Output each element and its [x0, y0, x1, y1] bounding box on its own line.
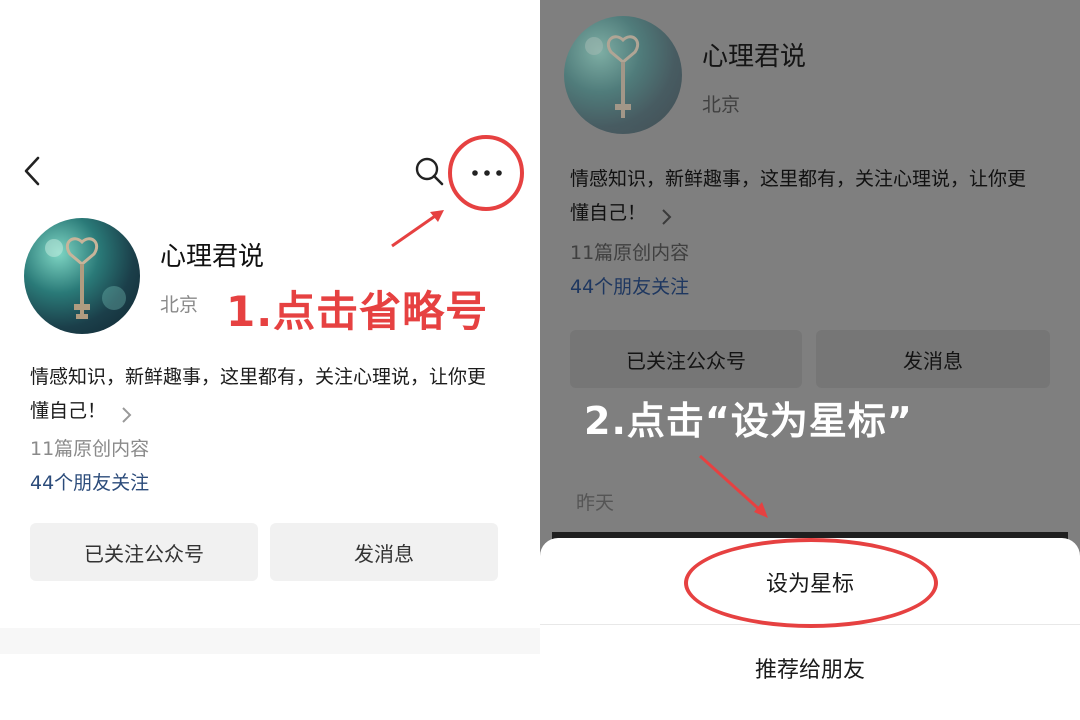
avatar[interactable]	[24, 218, 140, 334]
right-screenshot: 心理君说 北京 情感知识，新鲜趣事，这里都有，关注心理说，让你更懂自己！ 11篇…	[540, 0, 1080, 720]
friends-following[interactable]: 44个朋友关注	[30, 468, 149, 495]
account-name: 心理君说	[160, 242, 265, 272]
date-label: 昨天	[576, 492, 615, 514]
search-icon[interactable]	[412, 154, 446, 188]
highlight-circle-more	[448, 135, 524, 211]
highlight-ellipse-set-star	[684, 538, 938, 628]
left-screenshot: 心理君说 北京 1.点击省略号 情感知识，新鲜趣事，这里都有，关注心理说，让你更…	[0, 0, 540, 720]
description-text: 情感知识，新鲜趣事，这里都有，关注心理说，让你更懂自己！	[570, 168, 1027, 224]
description-text: 情感知识，新鲜趣事，这里都有，关注心理说，让你更懂自己！	[30, 366, 487, 422]
account-description: 情感知识，新鲜趣事，这里都有，关注心理说，让你更懂自己！	[30, 360, 500, 428]
chevron-right-icon	[658, 204, 674, 225]
account-location: 北京	[702, 94, 741, 116]
back-arrow-icon[interactable]	[18, 154, 48, 188]
recommend-to-friend-option[interactable]: 推荐给朋友	[540, 626, 1080, 710]
annotation-step-1: 1.点击省略号	[226, 287, 489, 336]
send-message-button: 发消息	[816, 330, 1050, 388]
account-location: 北京	[160, 294, 199, 316]
chevron-right-icon[interactable]	[118, 402, 134, 423]
account-description: 情感知识，新鲜趣事，这里都有，关注心理说，让你更懂自己！	[570, 162, 1040, 230]
account-name: 心理君说	[702, 42, 807, 72]
followed-button[interactable]: 已关注公众号	[30, 523, 258, 581]
annotation-arrow	[391, 210, 444, 248]
original-count: 11篇原创内容	[570, 242, 690, 264]
send-message-button[interactable]: 发消息	[270, 523, 498, 581]
avatar	[564, 16, 682, 134]
annotation-arrow	[698, 454, 768, 518]
original-count: 11篇原创内容	[30, 438, 150, 460]
annotation-step-2: 2.点击“设为星标”	[584, 399, 913, 443]
friends-following: 44个朋友关注	[570, 276, 690, 298]
section-divider	[0, 628, 540, 654]
followed-button: 已关注公众号	[570, 330, 802, 388]
